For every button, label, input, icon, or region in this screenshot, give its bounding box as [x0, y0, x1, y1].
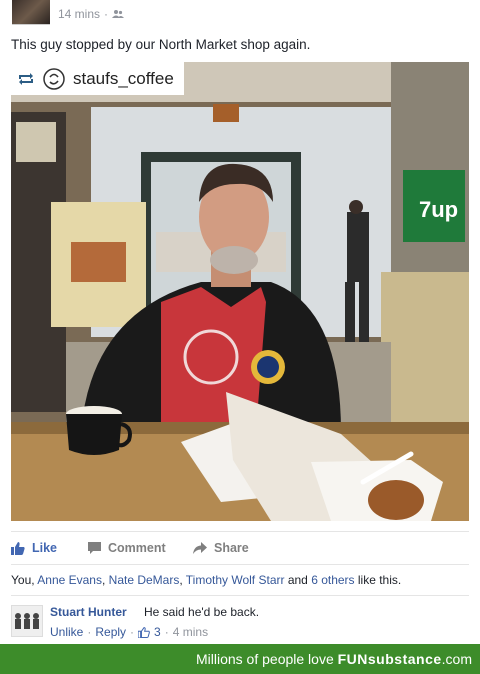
likes-sep: , [101, 573, 109, 587]
post-header: 14 mins · [0, 0, 480, 30]
comment-meta: Unlike · Reply · 3 · 4 mins [50, 625, 208, 639]
likes-you: You [11, 573, 32, 587]
watermark-suffix: .com [441, 651, 472, 667]
divider [11, 564, 469, 565]
thumbs-up-icon [11, 541, 25, 555]
watermark-banner: Millions of people love FUNsubstance.com [0, 644, 480, 674]
meta-separator: · [104, 7, 109, 21]
commenter-avatar-image [12, 606, 42, 636]
meta-dot: · [164, 625, 169, 639]
post-photo[interactable]: 7up staufs_coffee [11, 62, 469, 521]
liker-name[interactable]: Anne Evans [37, 573, 102, 587]
sign-text: 7up [419, 197, 458, 222]
comment-author[interactable]: Stuart Hunter [50, 605, 127, 619]
unlike-link[interactable]: Unlike [50, 625, 83, 639]
meta-dot: · [130, 625, 135, 639]
watermark-text: Millions of people love FUNsubstance.com [196, 651, 472, 667]
repost-icon [19, 72, 33, 85]
share-label: Share [214, 541, 249, 555]
meta-dot: · [87, 625, 92, 639]
share-icon [193, 542, 207, 554]
commenter-avatar[interactable] [11, 605, 43, 637]
comment-icon [88, 542, 101, 554]
post-text: This guy stopped by our North Market sho… [11, 37, 311, 52]
likes-others-link[interactable]: 6 others [311, 573, 354, 587]
post-actions: Like Comment Share [0, 533, 480, 563]
thumbs-up-icon[interactable] [138, 626, 150, 638]
instagram-tag[interactable]: staufs_coffee [11, 62, 184, 95]
comment-button[interactable]: Comment [88, 541, 166, 555]
instagram-username[interactable]: staufs_coffee [73, 69, 174, 89]
page-avatar[interactable] [12, 0, 50, 25]
comment-like-count[interactable]: 3 [154, 625, 161, 639]
liker-name[interactable]: Timothy Wolf Starr [186, 573, 285, 587]
comment-label: Comment [108, 541, 166, 555]
likes-and: and [284, 573, 312, 587]
reply-link[interactable]: Reply [95, 625, 126, 639]
staufs-logo-icon [43, 67, 65, 90]
watermark-prefix: Millions of people love [195, 651, 338, 667]
divider [11, 531, 469, 532]
share-button[interactable]: Share [193, 541, 249, 555]
comment-text: He said he'd be back. [144, 605, 260, 619]
photo-scene: 7up [11, 62, 469, 521]
like-label: Like [32, 541, 58, 555]
liker-name[interactable]: Nate DeMars [109, 573, 180, 587]
post-time[interactable]: 14 mins [58, 7, 100, 21]
divider [11, 595, 469, 596]
watermark-brand: FUNsubstance [337, 651, 442, 667]
likes-summary: You, Anne Evans, Nate DeMars, Timothy Wo… [11, 573, 401, 587]
likes-suffix: like this. [354, 573, 402, 587]
friends-icon[interactable] [112, 9, 125, 19]
comment-time[interactable]: 4 mins [173, 625, 208, 639]
post-meta: 14 mins · [58, 7, 125, 21]
like-button[interactable]: Like [11, 541, 57, 555]
